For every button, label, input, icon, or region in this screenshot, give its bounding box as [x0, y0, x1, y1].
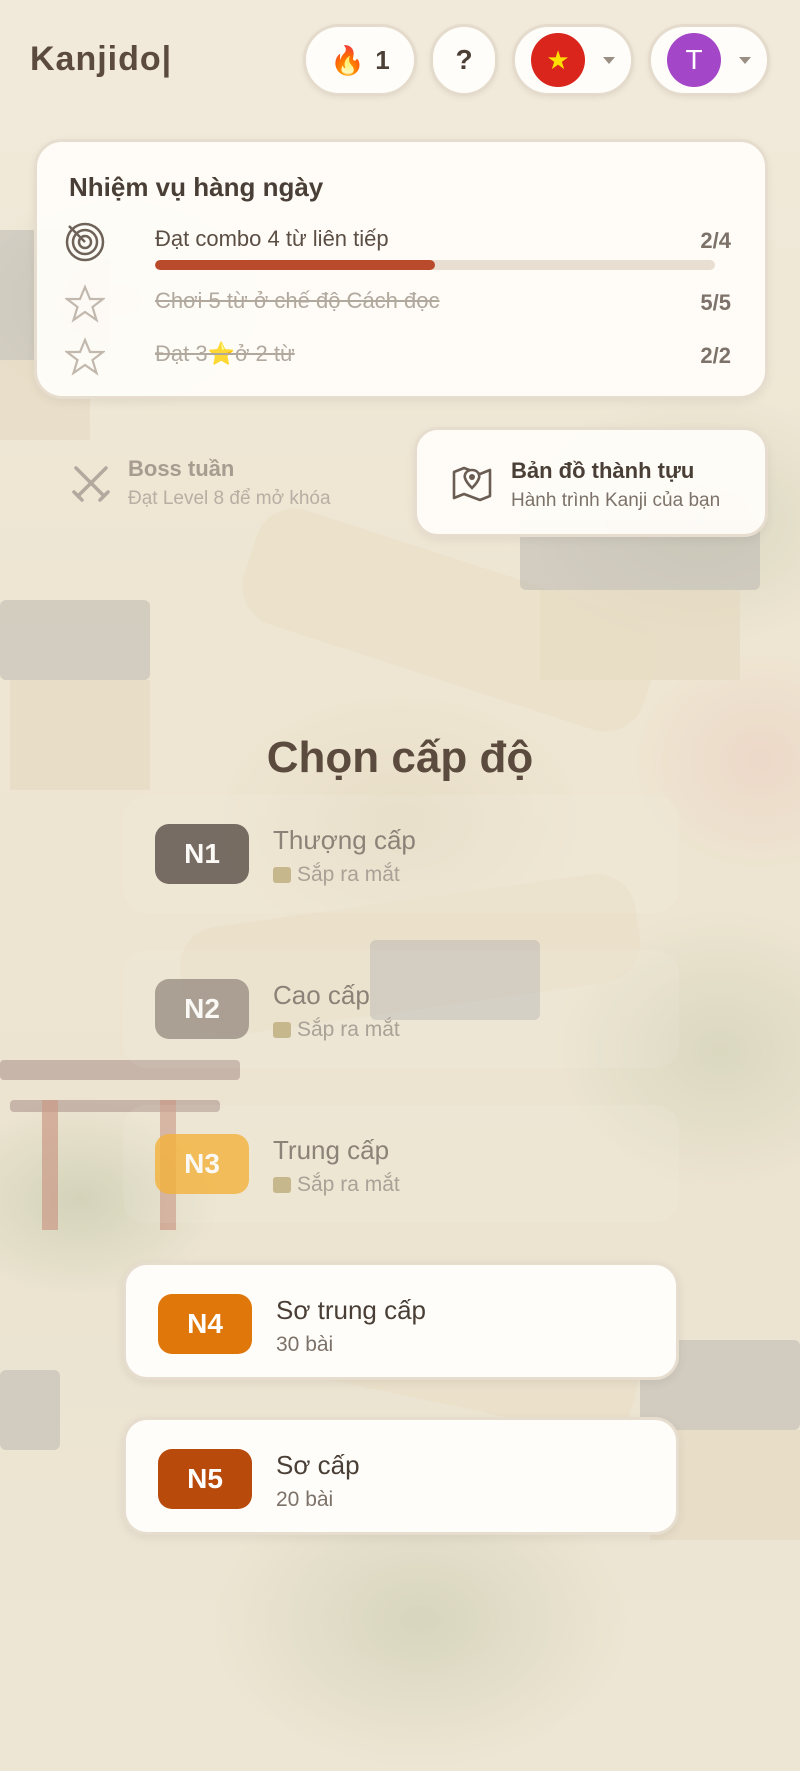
daily-quests-card: Nhiệm vụ hàng ngày Đạt combo 4 từ liên t… — [34, 139, 768, 399]
avatar: T — [667, 33, 721, 87]
top-bar: Kanjido| 🔥 1 ? ★ T — [0, 0, 800, 120]
level-subtitle: 20 bài — [276, 1488, 334, 1511]
boss-subtitle: Đạt Level 8 để mở khóa — [128, 488, 331, 509]
language-selector[interactable]: ★ — [512, 24, 634, 96]
streak-button[interactable]: 🔥 1 — [303, 24, 417, 96]
level-subtitle: Sắp ra mắt — [273, 863, 400, 887]
level-badge: N3 — [155, 1134, 249, 1194]
weekly-boss-button[interactable]: Boss tuần Đạt Level 8 để mở khóa — [60, 440, 400, 520]
quest-text: Chơi 5 từ ở chế độ Cách đọc — [155, 288, 440, 313]
map-pin-icon — [452, 466, 492, 502]
level-section-title: Chọn cấp độ — [266, 733, 534, 782]
quest-count: 2/4 — [700, 228, 731, 253]
quest-text: Đạt 3⭐ở 2 từ — [155, 341, 295, 366]
quest-progress-bar — [155, 260, 715, 270]
user-menu[interactable]: T — [648, 24, 770, 96]
level-badge: N4 — [158, 1294, 252, 1354]
quest-progress-fill — [155, 260, 435, 270]
level-subtitle: 30 bài — [276, 1333, 334, 1356]
vietnam-flag-icon: ★ — [531, 33, 585, 87]
crossed-swords-icon — [72, 466, 110, 502]
help-label: ? — [455, 44, 473, 75]
level-name: Sơ trung cấp — [276, 1295, 427, 1325]
lock-icon — [273, 1177, 291, 1193]
streak-count: 1 — [375, 44, 390, 75]
level-card-n5[interactable]: N5 Sơ cấp 20 bài — [123, 1417, 679, 1535]
level-name: Sơ cấp — [276, 1450, 360, 1480]
star-outline-icon — [65, 337, 105, 376]
chevron-down-icon — [603, 56, 615, 64]
level-name: Thượng cấp — [273, 825, 416, 855]
quest-count: 2/2 — [700, 343, 731, 368]
level-badge: N2 — [155, 979, 249, 1039]
level-badge: N5 — [158, 1449, 252, 1509]
level-card-n1[interactable]: N1 Thượng cấp Sắp ra mắt — [123, 795, 679, 913]
quest-item: Đạt combo 4 từ liên tiếp 2/4 — [65, 220, 745, 270]
achievement-map-subtitle: Hành trình Kanji của bạn — [511, 490, 721, 511]
boss-title: Boss tuần — [128, 456, 235, 481]
level-card-n2[interactable]: N2 Cao cấp Sắp ra mắt — [123, 950, 679, 1068]
quest-item: Đạt 3⭐ở 2 từ 2/2 — [65, 335, 745, 379]
level-subtitle: Sắp ra mắt — [273, 1018, 400, 1042]
achievement-map-title: Bản đồ thành tựu — [511, 458, 695, 483]
achievement-map-button[interactable]: Bản đồ thành tựu Hành trình Kanji của bạ… — [414, 427, 768, 537]
level-subtitle: Sắp ra mắt — [273, 1173, 400, 1197]
level-card-n3[interactable]: N3 Trung cấp Sắp ra mắt — [123, 1105, 679, 1223]
quest-item: Chơi 5 từ ở chế độ Cách đọc 5/5 — [65, 282, 745, 326]
quest-text: Đạt combo 4 từ liên tiếp — [155, 226, 389, 251]
quest-count: 5/5 — [700, 290, 731, 315]
lock-icon — [273, 1022, 291, 1038]
daily-quests-title: Nhiệm vụ hàng ngày — [69, 172, 324, 202]
level-card-n4[interactable]: N4 Sơ trung cấp 30 bài — [123, 1262, 679, 1380]
flame-icon: 🔥 — [330, 44, 366, 76]
star-outline-icon — [65, 284, 105, 323]
level-name: Cao cấp — [273, 980, 370, 1010]
app-logo[interactable]: Kanjido| — [30, 40, 172, 79]
target-icon — [65, 222, 105, 262]
lock-icon — [273, 867, 291, 883]
chevron-down-icon — [739, 56, 751, 64]
level-name: Trung cấp — [273, 1135, 390, 1165]
help-button[interactable]: ? — [430, 24, 498, 96]
level-badge: N1 — [155, 824, 249, 884]
